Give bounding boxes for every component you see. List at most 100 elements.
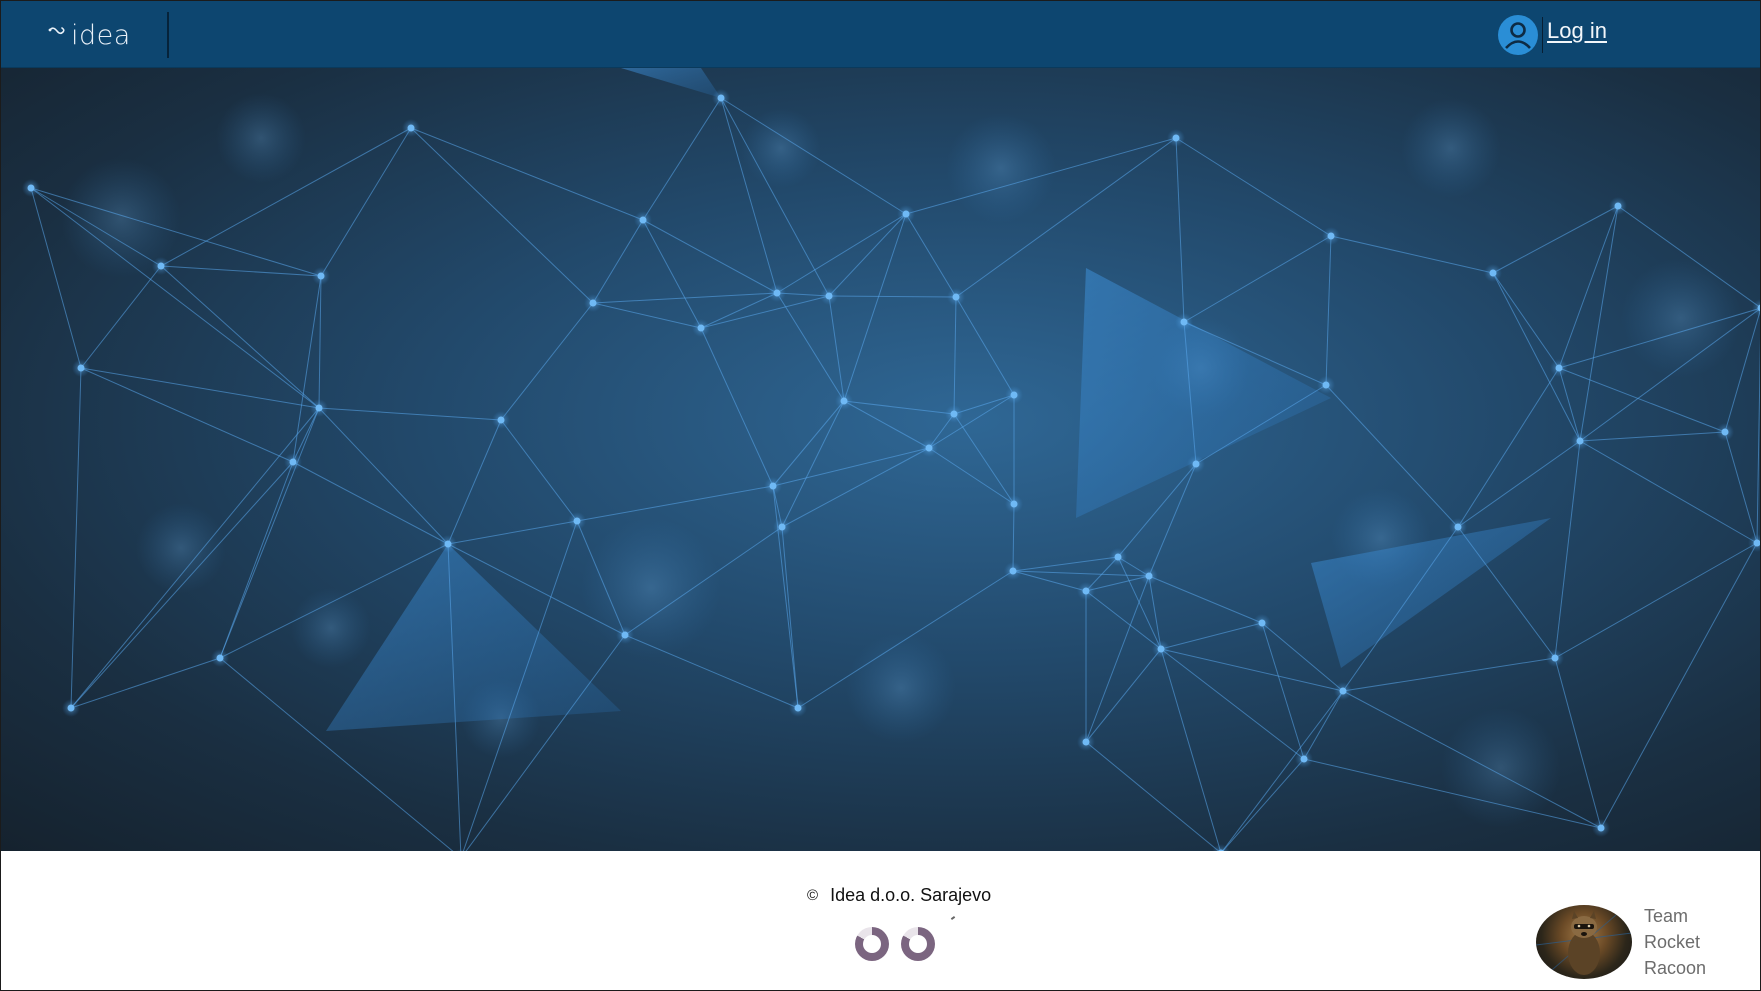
- mesh-line: [1012, 556, 1119, 572]
- mesh-node: [1576, 437, 1584, 445]
- mesh-node: [840, 397, 848, 405]
- mesh-node: [1145, 572, 1153, 580]
- mesh-line: [1085, 590, 1162, 650]
- mesh-line: [70, 367, 82, 709]
- login-link[interactable]: Log in: [1547, 18, 1607, 44]
- mesh-node: [1551, 654, 1559, 662]
- mesh-line: [292, 461, 449, 545]
- mesh-node: [444, 540, 452, 548]
- mesh-line: [1554, 440, 1581, 659]
- mesh-line: [772, 447, 930, 487]
- header-divider: [167, 12, 169, 58]
- mesh-node: [497, 416, 505, 424]
- mesh-line: [1261, 622, 1344, 692]
- mesh-node: [1555, 364, 1563, 372]
- mesh-glow: [581, 518, 721, 658]
- brand-label: idea: [71, 19, 131, 51]
- mesh-line: [1085, 741, 1220, 851]
- mesh-node: [1597, 824, 1605, 832]
- mesh-node: [1489, 269, 1497, 277]
- mesh-node: [697, 324, 705, 332]
- brand-logo[interactable]: idea: [47, 18, 131, 52]
- mesh-glow: [291, 588, 371, 668]
- mesh-line: [776, 292, 845, 402]
- mesh-node: [1322, 381, 1330, 389]
- mesh-node: [573, 517, 581, 525]
- mesh-line: [410, 127, 644, 221]
- mesh-line: [1148, 463, 1197, 577]
- mesh-node: [1010, 391, 1018, 399]
- mesh-node: [717, 94, 725, 102]
- mesh-line: [70, 407, 320, 709]
- mesh-line: [1457, 440, 1581, 528]
- mesh-node: [639, 216, 647, 224]
- mesh-line: [80, 367, 294, 463]
- team-name: Team Rocket Racoon: [1644, 903, 1706, 981]
- mesh-line: [1756, 337, 1760, 544]
- badge-icon[interactable]: [901, 927, 935, 961]
- mesh-line: [700, 327, 774, 487]
- mesh-node: [1300, 755, 1308, 763]
- mesh-node: [1082, 738, 1090, 746]
- copyright: © Idea d.o.o. Sarajevo: [807, 885, 991, 906]
- mesh-line: [447, 419, 502, 545]
- mesh-glow: [1441, 708, 1561, 828]
- footer-badges: [855, 927, 935, 961]
- mesh-line: [1579, 205, 1619, 442]
- mesh-line: [1558, 205, 1619, 369]
- mesh-line: [1330, 235, 1494, 274]
- mesh-line: [318, 407, 449, 545]
- mesh-node: [773, 289, 781, 297]
- mesh-node: [1614, 202, 1622, 210]
- hero-background: [1, 68, 1760, 851]
- mesh-glow: [1621, 258, 1741, 378]
- mesh-line: [1261, 622, 1305, 760]
- mesh-line: [1085, 575, 1150, 592]
- mesh-line: [928, 447, 1015, 505]
- mesh-line: [576, 485, 774, 522]
- mesh-line: [781, 447, 930, 528]
- mesh-node: [778, 523, 786, 531]
- login-separator: [1542, 17, 1544, 53]
- page-footer: © Idea d.o.o. Sarajevo Team Rocket Racoo…: [1, 851, 1760, 990]
- mesh-line: [1085, 648, 1162, 743]
- mesh-node: [794, 704, 802, 712]
- mesh-node: [1082, 587, 1090, 595]
- badge-icon[interactable]: [855, 927, 889, 961]
- mesh-line: [1579, 431, 1726, 442]
- mesh-line: [642, 97, 722, 221]
- mesh-line: [1183, 235, 1332, 323]
- mesh-line: [953, 413, 1015, 505]
- mesh-line: [1457, 367, 1560, 528]
- mesh-line: [1492, 205, 1619, 274]
- mesh-node: [1721, 428, 1729, 436]
- mesh-line: [318, 275, 322, 409]
- app-window: idea Log in © Idea d.o.o. Sarajevo Team …: [0, 0, 1761, 991]
- mesh-node: [1010, 500, 1018, 508]
- mesh-node: [621, 631, 629, 639]
- mesh-node: [1258, 619, 1266, 627]
- mesh-node: [1339, 687, 1347, 695]
- mesh-node: [27, 184, 35, 192]
- top-navbar: idea Log in: [1, 1, 1760, 68]
- mesh-node: [902, 210, 910, 218]
- mesh-line: [1558, 367, 1726, 433]
- mesh-line: [500, 302, 594, 421]
- mesh-triangle: [1076, 268, 1331, 518]
- mesh-node: [589, 299, 597, 307]
- user-avatar-icon[interactable]: [1498, 15, 1539, 55]
- mesh-glow: [946, 113, 1056, 223]
- login-area[interactable]: Log in: [1498, 13, 1607, 57]
- mesh-line: [80, 367, 320, 409]
- mesh-node: [407, 124, 415, 132]
- mesh-line: [1221, 690, 1344, 851]
- mesh-node: [1114, 553, 1122, 561]
- mesh-line: [1554, 542, 1758, 659]
- mesh-node: [1327, 232, 1335, 240]
- mesh-triangle: [621, 68, 721, 98]
- mesh-line: [843, 400, 930, 449]
- mesh-line: [219, 461, 294, 659]
- mesh-line: [700, 292, 778, 329]
- mesh-node: [769, 482, 777, 490]
- mesh-line: [500, 419, 578, 522]
